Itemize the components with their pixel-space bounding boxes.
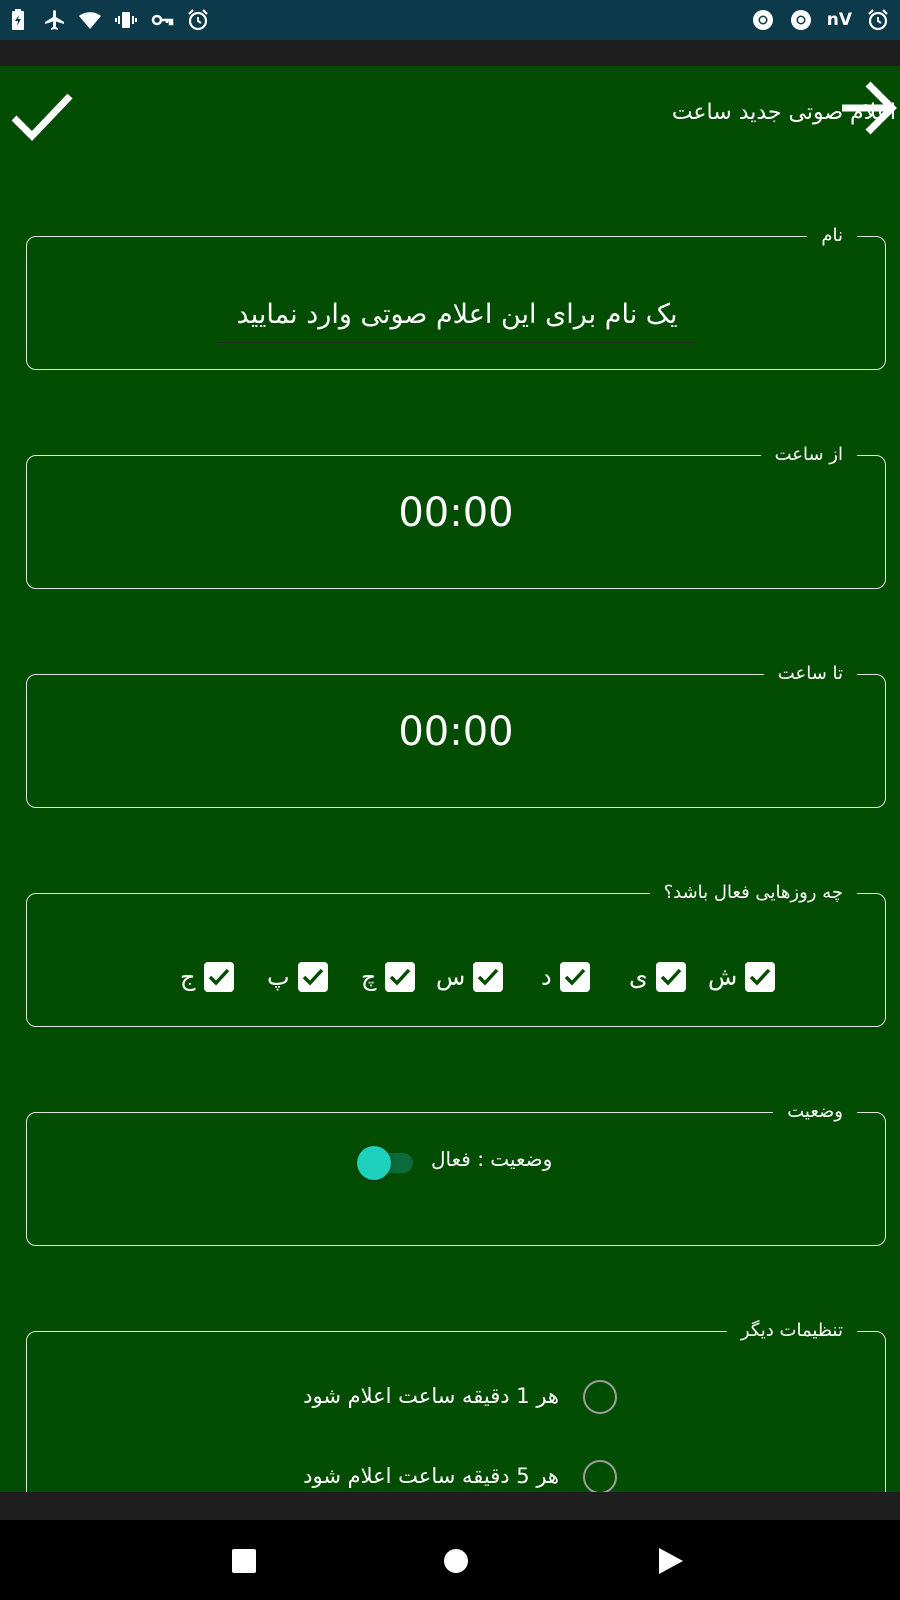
radio-label: هر 1 دقیقه ساعت اعلام شود	[303, 1384, 559, 1408]
radio-button[interactable]	[583, 1460, 617, 1492]
recents-square-icon[interactable]	[229, 1546, 259, 1576]
radio-label: هر 5 دقیقه ساعت اعلام شود	[303, 1464, 559, 1488]
day-label: ج	[180, 963, 196, 991]
day-checkbox-sun[interactable]: ی	[629, 960, 686, 994]
status-section: وضعیت وضعیت : فعال	[26, 1099, 886, 1246]
back-triangle-icon[interactable]	[655, 1546, 685, 1576]
status-bar-right: nV	[751, 8, 890, 32]
day-label: چ	[361, 963, 377, 991]
other-settings-section: تنظیمات دیگر هر 1 دقیقه ساعت اعلام شود ه…	[26, 1318, 886, 1492]
radio-option-5min[interactable]: هر 5 دقیقه ساعت اعلام شود	[27, 1458, 885, 1492]
status-bar-divider	[0, 40, 900, 66]
days-row: ش ی د س چ پ ج	[27, 960, 885, 994]
vibrate-icon	[115, 12, 137, 28]
to-time-legend: تا ساعت	[763, 661, 857, 687]
status-label: وضعیت : فعال	[431, 1147, 553, 1171]
alarm-icon	[868, 9, 888, 31]
day-checkbox-wed[interactable]: چ	[361, 960, 415, 994]
checkbox-checked-icon	[655, 962, 686, 992]
from-time-legend: از ساعت	[760, 442, 857, 468]
day-checkbox-fri[interactable]: ج	[180, 960, 234, 994]
chrome-icon	[790, 10, 811, 30]
battery-icon	[12, 9, 24, 30]
status-switch[interactable]	[357, 1145, 417, 1180]
from-time-picker[interactable]: 00:00	[27, 490, 885, 536]
to-time-picker[interactable]: 00:00	[27, 709, 885, 755]
switch-thumb	[357, 1146, 391, 1180]
day-checkbox-sat[interactable]: ش	[708, 960, 776, 994]
status-text: nV	[826, 10, 852, 30]
radio-option-1min[interactable]: هر 1 دقیقه ساعت اعلام شود	[27, 1378, 885, 1418]
day-label: پ	[267, 963, 290, 991]
chrome-icon	[752, 10, 773, 30]
status-bar: nV	[0, 0, 900, 40]
page-title: اعلام صوتی جدید ساعت	[671, 100, 896, 125]
status-legend: وضعیت	[773, 1099, 857, 1125]
checkbox-checked-icon	[745, 962, 776, 992]
day-label: س	[436, 963, 466, 991]
day-checkbox-mon[interactable]: د	[541, 960, 590, 994]
arrow-forward-icon[interactable]	[838, 78, 900, 138]
day-label: ش	[708, 963, 738, 991]
checkbox-checked-icon	[203, 962, 234, 992]
status-row: وضعیت : فعال	[27, 1141, 885, 1181]
day-checkbox-tue[interactable]: س	[436, 960, 504, 994]
day-checkbox-thu[interactable]: پ	[267, 960, 328, 994]
name-input[interactable]: یک نام برای این اعلام صوتی وارد نمایید	[217, 293, 697, 343]
checkbox-checked-icon	[559, 962, 590, 992]
home-circle-icon[interactable]	[441, 1546, 471, 1576]
vpn-key-icon	[151, 14, 174, 26]
wifi-icon	[79, 12, 101, 29]
from-time-section: از ساعت 00:00	[26, 442, 886, 589]
confirm-check-icon[interactable]	[10, 88, 74, 146]
name-section: نام یک نام برای این اعلام صوتی وارد نمای…	[26, 223, 886, 370]
other-settings-legend: تنظیمات دیگر	[726, 1318, 857, 1344]
day-label: د	[541, 963, 552, 991]
days-section: چه روزهایی فعال باشد؟ ش ی د س چ پ ج	[26, 880, 886, 1027]
alarm-icon	[188, 9, 208, 31]
checkbox-checked-icon	[297, 962, 328, 992]
radio-button[interactable]	[583, 1380, 617, 1414]
days-legend: چه روزهایی فعال باشد؟	[649, 880, 857, 906]
navigation-bar	[0, 1520, 900, 1600]
checkbox-checked-icon	[384, 962, 415, 992]
day-label: ی	[629, 963, 648, 991]
nav-bar-divider	[0, 1492, 900, 1520]
to-time-section: تا ساعت 00:00	[26, 661, 886, 808]
status-bar-left	[6, 8, 210, 32]
name-legend: نام	[807, 223, 857, 249]
airplane-icon	[45, 10, 64, 30]
checkbox-checked-icon	[473, 962, 504, 992]
alarm-form-screen: اعلام صوتی جدید ساعت نام یک نام برای این…	[0, 66, 900, 1492]
